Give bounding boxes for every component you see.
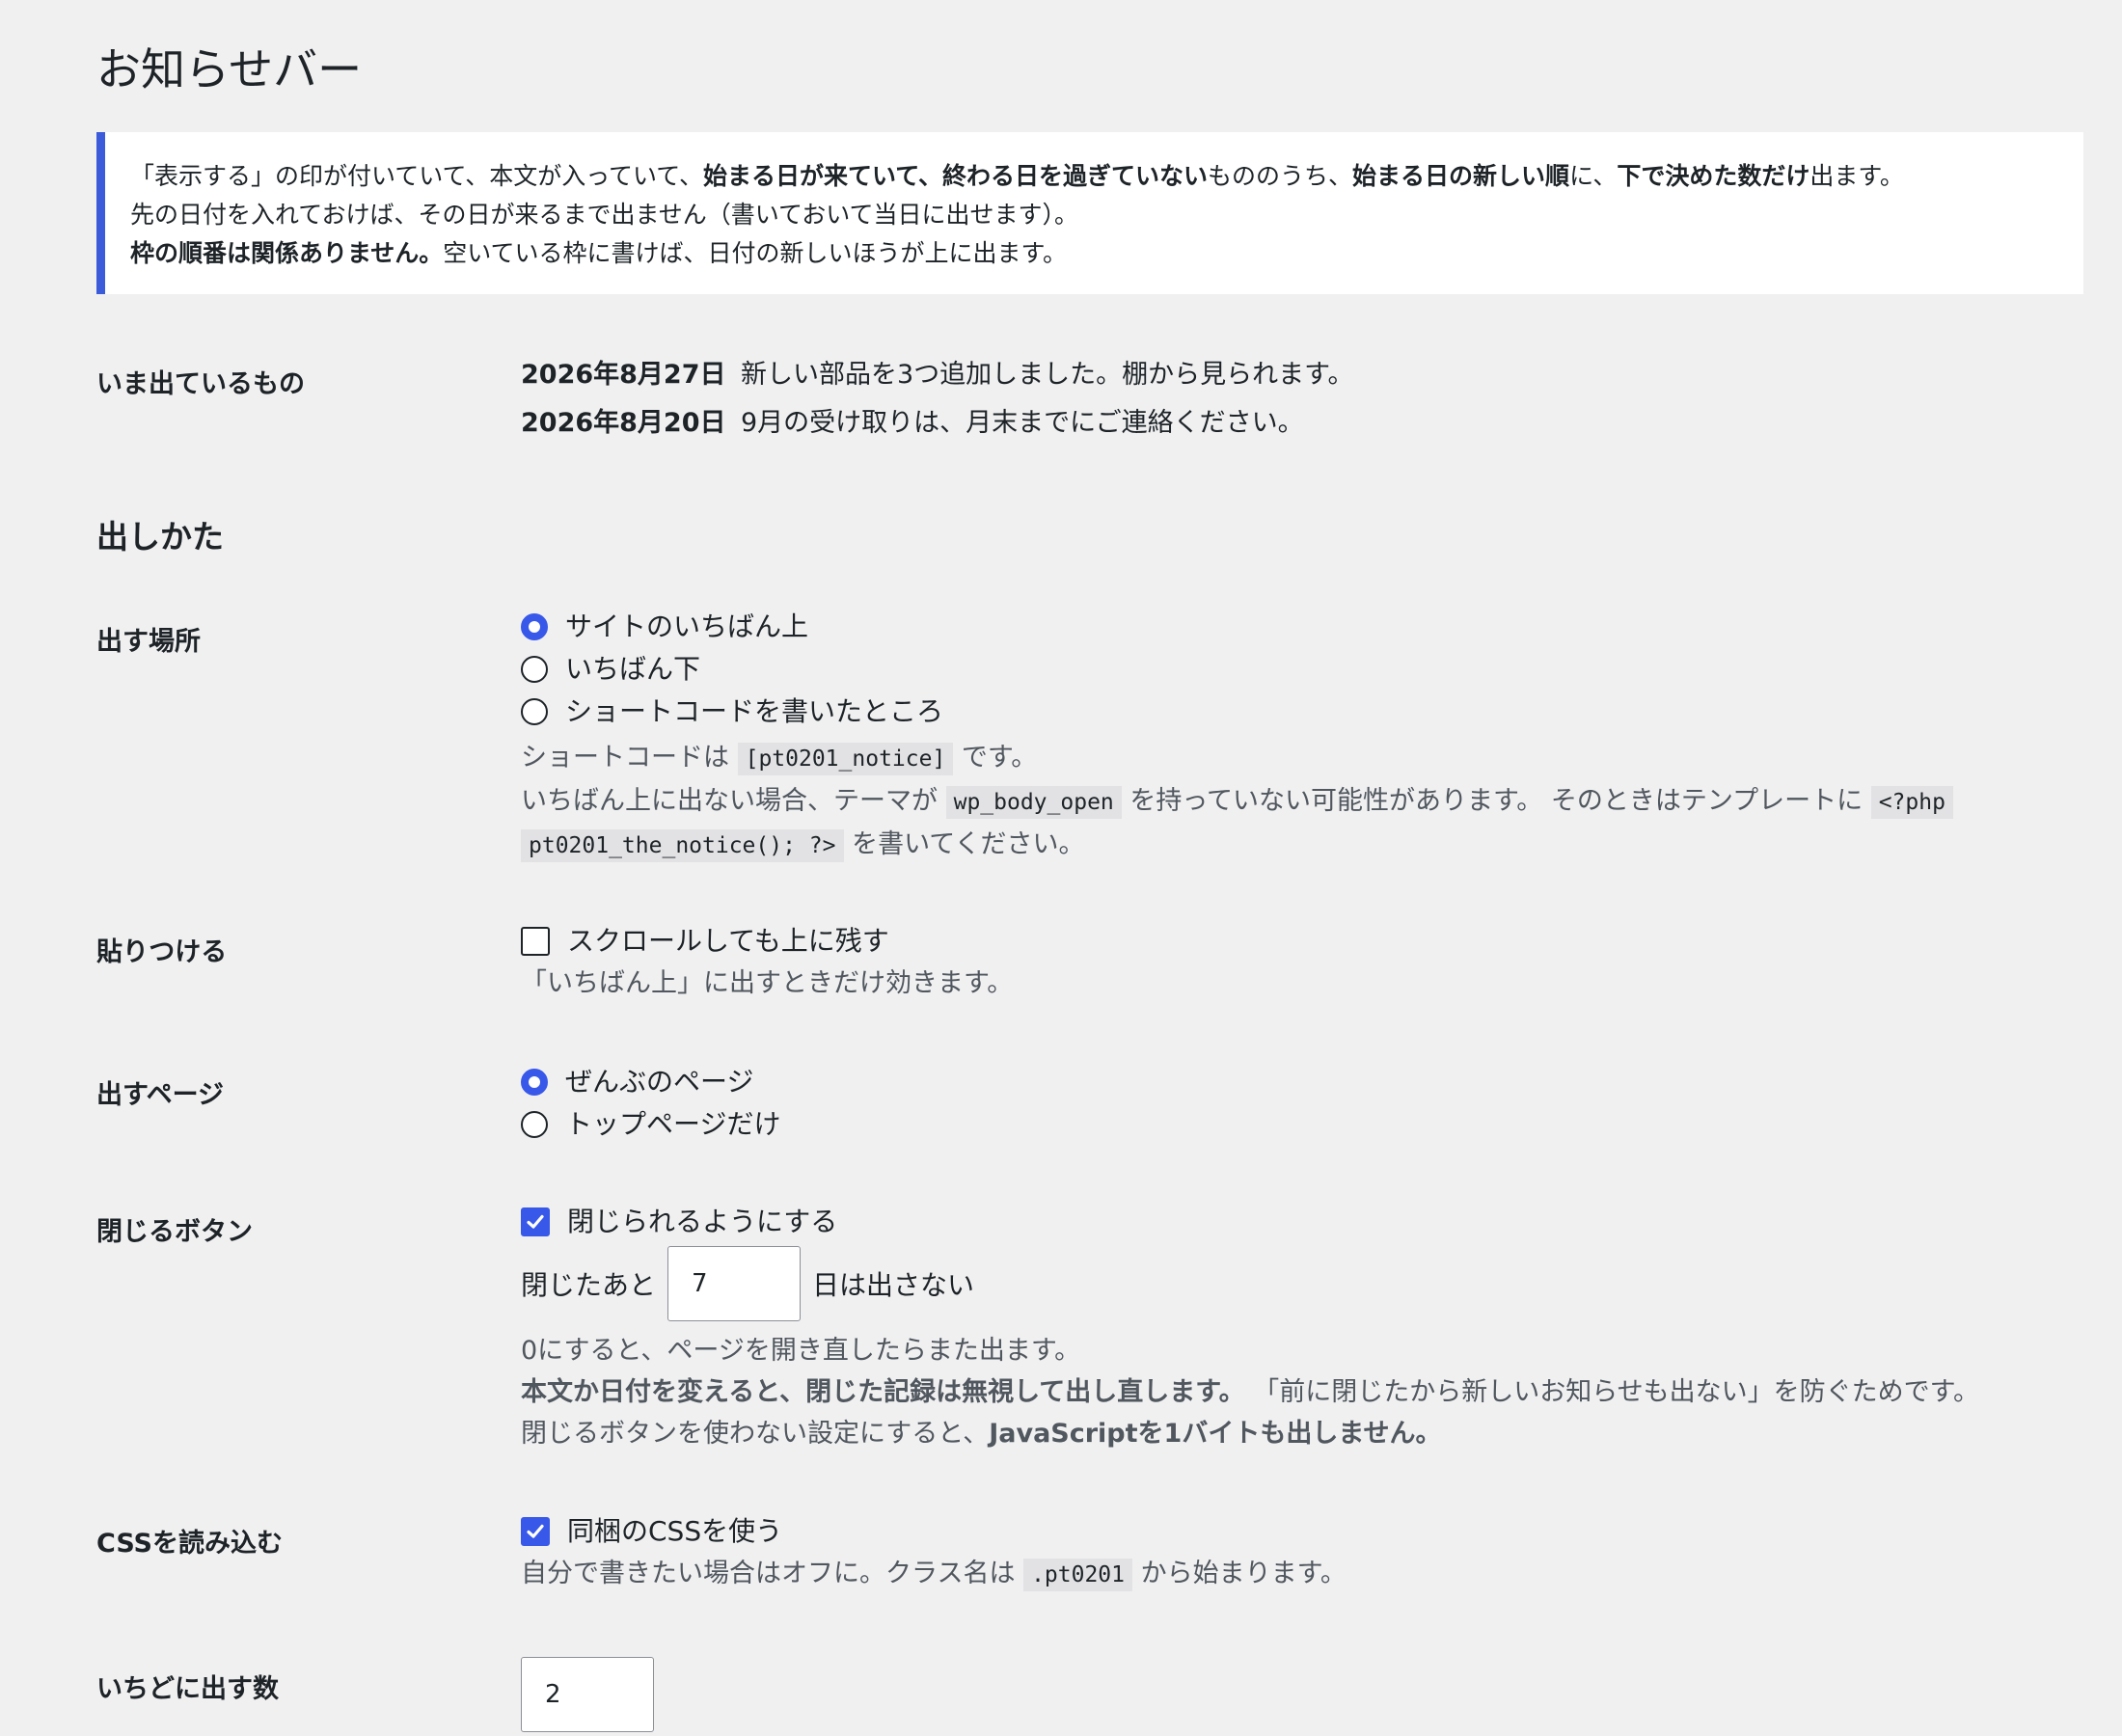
option-label: 同梱のCSSを使う bbox=[567, 1515, 783, 1547]
checkbox-icon[interactable] bbox=[521, 927, 550, 956]
notice-text: 出ます。 bbox=[1809, 162, 1904, 190]
info-notice: 「表示する」の印が付いていて、本文が入っていて、始まる日が来ていて、終わる日を過… bbox=[96, 132, 2083, 294]
notice-line-2: 先の日付を入れておけば、その日が来るまで出ません（書いておいて当日に出せます）。 bbox=[130, 201, 1079, 229]
css-label: CSSを読み込む bbox=[96, 1529, 283, 1559]
option-label: ぜんぶのページ bbox=[565, 1066, 754, 1098]
close-desc-2: 本文か日付を変えると、閉じた記録は無視して出し直します。 「前に閉じたから新しい… bbox=[521, 1371, 1979, 1413]
days-prefix: 閉じたあと bbox=[521, 1269, 657, 1301]
css-field: 同梱のCSSを使う 自分で書きたい場合はオフに。クラス名は .pt0201 から… bbox=[521, 1510, 1347, 1596]
desc-text: いちばん上に出ない場合、テーマが bbox=[521, 786, 938, 816]
notice-emphasis: 始まる日が来ていて、終わる日を過ぎていない bbox=[703, 162, 1209, 190]
count-label: いちどに出す数 bbox=[96, 1674, 279, 1704]
desc-text: ショートコードは bbox=[521, 743, 729, 773]
radio-selected-icon[interactable] bbox=[521, 613, 548, 640]
desc-text: です。 bbox=[961, 743, 1038, 773]
notice-text: 空いている枠に書けば、日付の新しいほうが上に出ます。 bbox=[443, 239, 1068, 267]
sticky-field: スクロールしても上に残す 「いちばん上」に出すときだけ効きます。 bbox=[521, 920, 1013, 1004]
radio-selected-icon[interactable] bbox=[521, 1069, 548, 1096]
hook-code: wp_body_open bbox=[945, 786, 1122, 819]
placement-desc-1: ショートコードは [pt0201_notice] です。 bbox=[521, 737, 1953, 780]
pages-label: 出すページ bbox=[96, 1080, 225, 1110]
section-heading: 出しかた bbox=[96, 518, 224, 556]
placement-option-shortcode[interactable]: ショートコードを書いたところ bbox=[521, 691, 1953, 733]
notice-text: もののうち、 bbox=[1208, 162, 1353, 190]
class-code: .pt0201 bbox=[1023, 1559, 1132, 1591]
desc-text: から始まります。 bbox=[1140, 1559, 1347, 1588]
css-desc: 自分で書きたい場合はオフに。クラス名は .pt0201 から始まります。 bbox=[521, 1553, 1347, 1596]
current-item-date: 2026年8月27日 bbox=[521, 360, 726, 390]
current-label: いま出ているもの bbox=[96, 369, 305, 399]
option-label: いちばん下 bbox=[565, 653, 701, 685]
notice-emphasis: 下で決めた数だけ bbox=[1617, 162, 1810, 190]
option-label: 閉じられるようにする bbox=[567, 1206, 838, 1237]
close-label: 閉じるボタン bbox=[96, 1217, 253, 1247]
option-label: スクロールしても上に残す bbox=[567, 925, 889, 957]
notice-line-1: 「表示する」の印が付いていて、本文が入っていて、始まる日が来ていて、終わる日を過… bbox=[130, 157, 2083, 196]
close-desc-1: 0にすると、ページを開き直したらまた出ます。 bbox=[521, 1336, 1081, 1366]
option-label: トップページだけ bbox=[565, 1108, 781, 1140]
radio-icon[interactable] bbox=[521, 656, 548, 683]
shortcode-code: [pt0201_notice] bbox=[737, 743, 954, 775]
close-desc-3: 閉じるボタンを使わない設定にすると、JavaScriptを1バイトも出しません。 bbox=[521, 1413, 1979, 1454]
notice-emphasis: 始まる日の新しい順 bbox=[1352, 162, 1570, 190]
page-title: お知らせバー bbox=[96, 43, 363, 95]
notice-text: 「表示する」の印が付いていて、本文が入っていて、 bbox=[130, 162, 704, 190]
desc-text: 自分で書きたい場合はオフに。クラス名は bbox=[521, 1559, 1016, 1588]
desc-text: 「前に閉じたから新しいお知らせも出ない」を防ぐためです。 bbox=[1253, 1377, 1979, 1407]
option-label: サイトのいちばん上 bbox=[565, 610, 809, 642]
sticky-label: 貼りつける bbox=[96, 937, 228, 967]
css-checkbox-row[interactable]: 同梱のCSSを使う bbox=[521, 1510, 1347, 1553]
sticky-desc: 「いちばん上」に出すときだけ効きます。 bbox=[521, 968, 1014, 998]
placement-desc-2: いちばん上に出ない場合、テーマが wp_body_open を持っていない可能性… bbox=[521, 780, 1953, 824]
template-code: <?php bbox=[1870, 786, 1953, 819]
checkbox-checked-icon[interactable] bbox=[521, 1207, 550, 1236]
desc-emphasis: JavaScriptを1バイトも出しません。 bbox=[989, 1419, 1442, 1449]
notice-line-3: 枠の順番は関係ありません。空いている枠に書けば、日付の新しいほうが上に出ます。 bbox=[130, 234, 2083, 273]
notice-emphasis: 枠の順番は関係ありません。 bbox=[130, 239, 444, 267]
close-days-field: 閉じたあと 日は出さない bbox=[521, 1245, 1979, 1322]
placement-desc-3: pt0201_the_notice(); ?> を書いてください。 bbox=[521, 824, 1953, 867]
close-days-input[interactable] bbox=[667, 1246, 802, 1321]
radio-icon[interactable] bbox=[521, 698, 548, 725]
current-item-date: 2026年8月20日 bbox=[521, 408, 726, 438]
count-input[interactable] bbox=[521, 1657, 654, 1732]
current-item-text: 新しい部品を3つ追加しました。棚から見られます。 bbox=[741, 360, 1354, 390]
current-item: 2026年8月27日 新しい部品を3つ追加しました。棚から見られます。 bbox=[521, 351, 1353, 399]
sticky-checkbox-row[interactable]: スクロールしても上に残す bbox=[521, 920, 1013, 963]
current-item: 2026年8月20日 9月の受け取りは、月末までにご連絡ください。 bbox=[521, 399, 1353, 448]
template-code: pt0201_the_notice(); ?> bbox=[521, 829, 844, 862]
checkbox-checked-icon[interactable] bbox=[521, 1517, 550, 1546]
close-field: 閉じられるようにする 閉じたあと 日は出さない 0にすると、ページを開き直したら… bbox=[521, 1201, 1979, 1454]
placement-label: 出す場所 bbox=[96, 627, 201, 657]
current-list: 2026年8月27日 新しい部品を3つ追加しました。棚から見られます。 2026年… bbox=[521, 351, 1353, 448]
days-suffix: 日は出さない bbox=[812, 1269, 975, 1301]
pages-option-top[interactable]: トップページだけ bbox=[521, 1103, 780, 1146]
option-label: ショートコードを書いたところ bbox=[565, 695, 944, 727]
pages-options: ぜんぶのページ トップページだけ bbox=[521, 1061, 780, 1146]
desc-emphasis: 本文か日付を変えると、閉じた記録は無視して出し直します。 bbox=[521, 1377, 1245, 1407]
placement-option-bottom[interactable]: いちばん下 bbox=[521, 648, 1953, 691]
desc-text: を持っていない可能性があります。 そのときはテンプレートに bbox=[1129, 786, 1864, 816]
desc-text: を書いてください。 bbox=[852, 829, 1085, 859]
current-item-text: 9月の受け取りは、月末までにご連絡ください。 bbox=[741, 408, 1304, 438]
count-field bbox=[521, 1657, 654, 1732]
desc-text: 閉じるボタンを使わない設定にすると、 bbox=[521, 1419, 990, 1449]
radio-icon[interactable] bbox=[521, 1111, 548, 1138]
pages-option-all[interactable]: ぜんぶのページ bbox=[521, 1061, 780, 1103]
close-checkbox-row[interactable]: 閉じられるようにする bbox=[521, 1201, 1979, 1243]
placement-option-top[interactable]: サイトのいちばん上 bbox=[521, 606, 1953, 648]
placement-options: サイトのいちばん上 いちばん下 ショートコードを書いたところ ショートコードは … bbox=[521, 606, 1953, 867]
notice-text: に、 bbox=[1569, 162, 1618, 190]
